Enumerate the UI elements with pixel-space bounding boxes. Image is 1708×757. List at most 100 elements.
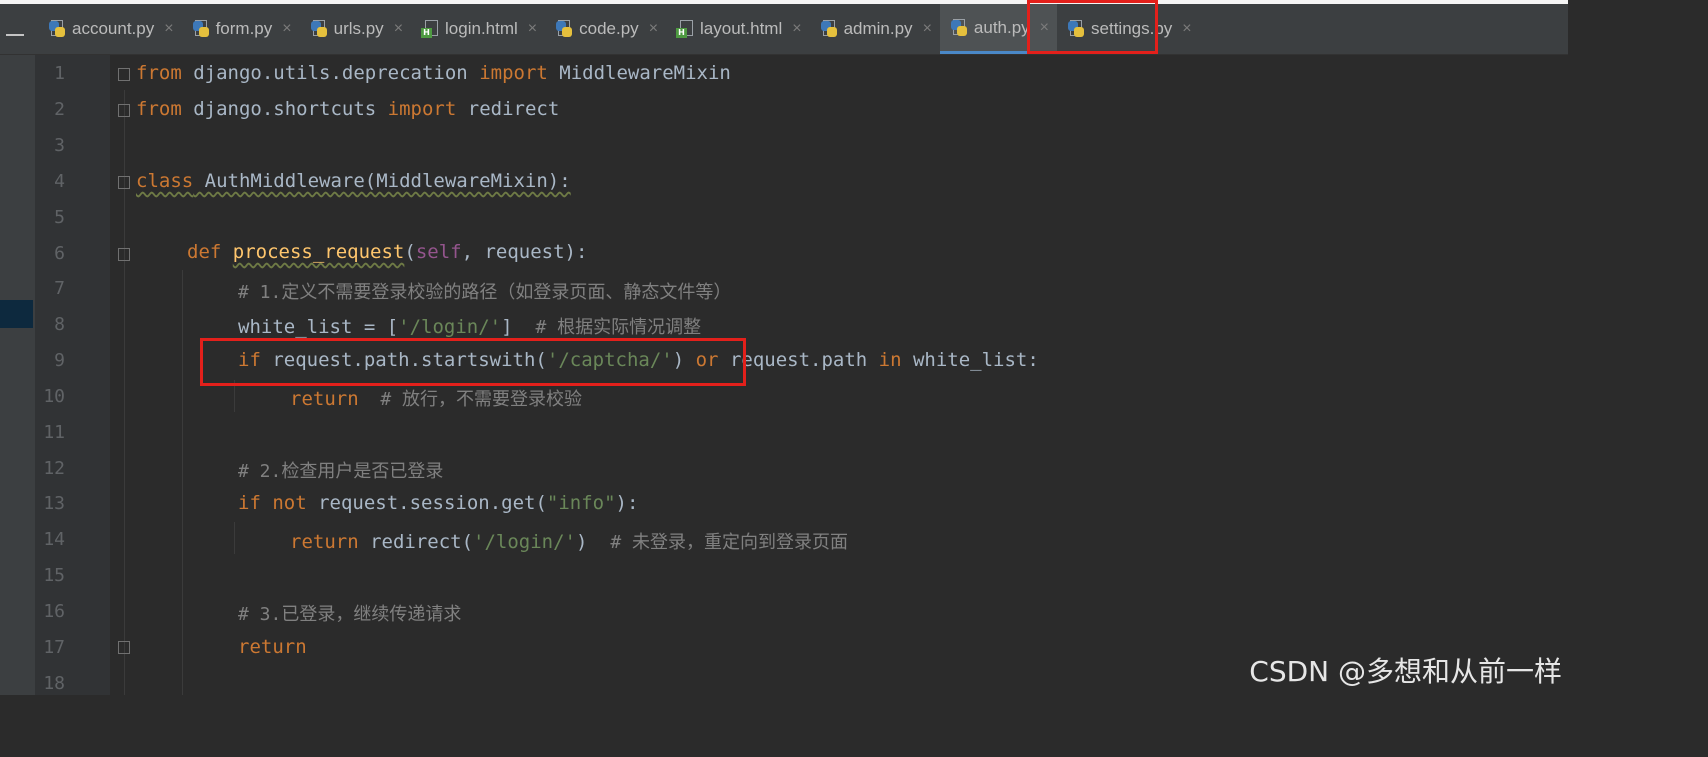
function-name: process_request [232, 241, 405, 263]
line-number: 4 [54, 171, 65, 192]
code-text: redirect [456, 98, 560, 120]
line-number: 5 [54, 207, 65, 228]
close-tab-icon[interactable]: × [923, 20, 932, 38]
tab-label: login.html [445, 19, 518, 38]
indent-guide [182, 270, 183, 695]
close-tab-icon[interactable]: × [792, 20, 801, 38]
keyword: import [387, 98, 457, 120]
line-number: 17 [43, 637, 65, 658]
line-number: 14 [43, 529, 65, 550]
line-number: 1 [54, 63, 65, 84]
comment: # 放行，不需要登录校验 [358, 389, 582, 410]
html-file-icon: H [676, 20, 694, 38]
code-text: MiddlewareMixin [547, 62, 731, 84]
tab-label: account.py [72, 19, 155, 38]
tab-urls-py[interactable]: urls.py × [300, 4, 411, 54]
code-line-6: def process_request(self, request): [187, 241, 587, 263]
code-line-10: return # 放行，不需要登录校验 [290, 385, 582, 411]
code-text: white_list: [901, 349, 1039, 371]
line-number: 3 [54, 135, 65, 156]
tab-account-py[interactable]: account.py × [38, 4, 182, 54]
python-file-icon [192, 20, 210, 38]
line-number: 15 [43, 565, 65, 586]
fold-marker-icon[interactable] [118, 248, 130, 261]
string-literal: "info" [546, 492, 616, 514]
line-number: 9 [54, 350, 65, 371]
code-text: white_list = [ [238, 316, 399, 338]
python-file-icon [48, 20, 66, 38]
code-text: request.session.get( [306, 492, 547, 514]
line-number: 10 [43, 386, 65, 407]
keyword: not [272, 492, 307, 514]
tab-login-html[interactable]: H login.html × [411, 4, 545, 54]
code-text: ) [575, 531, 611, 553]
code-line-16: # 3.已登录，继续传递请求 [238, 600, 461, 626]
indent-guide [234, 522, 235, 554]
close-tab-icon[interactable]: × [528, 20, 537, 38]
code-highlight-box [200, 338, 746, 386]
string-literal: '/login/' [473, 531, 576, 553]
tab-label: auth.py [973, 17, 1030, 37]
code-line-13: if not request.session.get("info"): [238, 492, 638, 514]
line-number: 16 [43, 601, 65, 622]
tab-admin-py[interactable]: admin.py × [810, 4, 940, 54]
fold-marker-icon[interactable] [118, 641, 130, 654]
tab-code-py[interactable]: code.py × [545, 4, 666, 54]
comment: # 未登录，重定向到登录页面 [610, 532, 848, 553]
close-tab-icon[interactable]: × [1182, 20, 1191, 38]
watermark: CSDN @多想和从前一样 [1249, 655, 1562, 688]
fold-marker-icon[interactable] [118, 104, 130, 117]
code-line-12: # 2.检查用户是否已登录 [238, 457, 443, 483]
comment: # 根据实际情况调整 [535, 317, 702, 338]
editor-tab-bar: account.py × form.py × urls.py × H login… [0, 4, 1568, 55]
code-line-14: return redirect('/login/') # 未登录，重定向到登录页… [290, 528, 848, 554]
code-text: ] [501, 316, 536, 338]
tab-label: layout.html [700, 19, 783, 38]
code-line-4: class AuthMiddleware(MiddlewareMixin): [136, 170, 571, 192]
keyword: return [290, 388, 359, 410]
keyword: in [878, 349, 902, 371]
tab-layout-html[interactable]: H layout.html × [666, 4, 810, 54]
line-number: 13 [43, 493, 65, 514]
fold-marker-icon[interactable] [118, 68, 130, 81]
keyword: class [136, 170, 194, 192]
fold-marker-icon[interactable] [118, 176, 130, 189]
string-literal: '/login/' [398, 316, 502, 338]
line-number-gutter: 1 2 3 4 5 6 7 8 9 10 11 12 13 14 15 16 1… [35, 55, 110, 695]
keyword: return [238, 636, 307, 658]
keyword: import [479, 62, 548, 84]
close-tab-icon[interactable]: × [164, 20, 173, 38]
code-text: redirect( [358, 531, 474, 553]
keyword: from [136, 98, 182, 120]
python-file-icon [950, 18, 968, 37]
code-line-2: from django.shortcuts import redirect [136, 98, 559, 120]
keyword: if [238, 492, 261, 514]
python-file-icon [310, 20, 328, 38]
keyword: return [290, 531, 359, 553]
keyword: def [187, 241, 222, 263]
code-text: AuthMiddleware(MiddlewareMixin): [193, 170, 571, 192]
tab-label: admin.py [843, 19, 913, 38]
tab-form-py[interactable]: form.py × [182, 4, 300, 54]
active-tab-highlight-box [1027, 0, 1158, 54]
comment: # 1.定义不需要登录校验的路径（如登录页面、静态文件等） [238, 282, 732, 303]
line-number: 11 [43, 422, 65, 443]
close-tab-icon[interactable]: × [649, 20, 658, 38]
line-number: 2 [54, 99, 65, 120]
close-tab-icon[interactable]: × [394, 20, 403, 38]
comment: # 3.已登录，继续传递请求 [238, 604, 462, 625]
code-text: , request): [461, 241, 588, 263]
line-number: 18 [43, 673, 65, 694]
line-number: 12 [43, 458, 65, 479]
comment: # 2.检查用户是否已登录 [238, 461, 444, 482]
code-line-17: return [238, 636, 307, 658]
line-number: 7 [54, 278, 65, 299]
collapse-panel-icon[interactable] [6, 34, 24, 36]
tool-strip-marker [0, 300, 33, 328]
python-file-icon [820, 20, 838, 38]
editor-tabs: account.py × form.py × urls.py × H login… [38, 4, 1200, 54]
close-tab-icon[interactable]: × [282, 20, 291, 38]
code-text: django.shortcuts [181, 98, 388, 120]
tab-label: urls.py [333, 19, 384, 38]
